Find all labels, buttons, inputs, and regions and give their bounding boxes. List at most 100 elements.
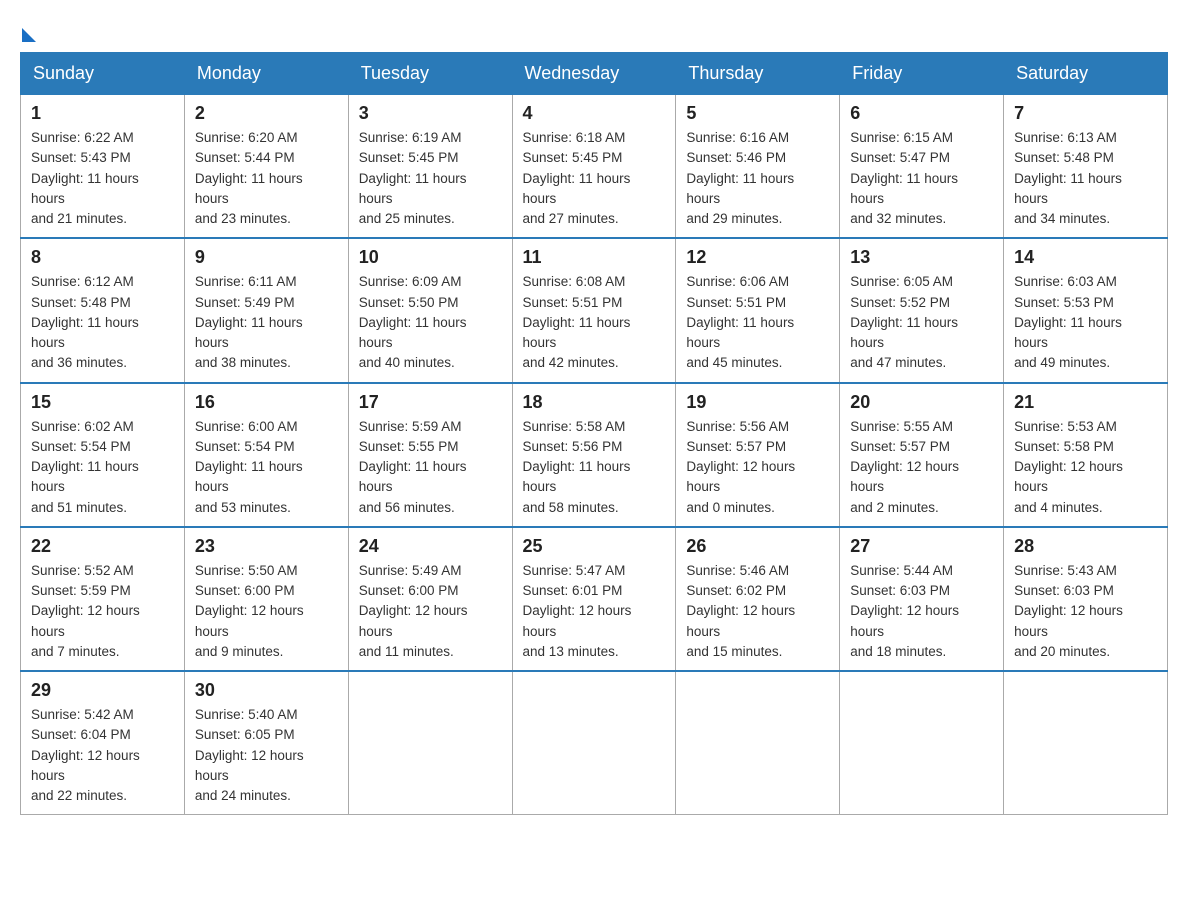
week-row-4: 22Sunrise: 5:52 AMSunset: 5:59 PMDayligh… <box>21 527 1168 671</box>
calendar-cell <box>512 671 676 815</box>
sunrise-label: Sunrise: 6:13 AM <box>1014 130 1117 145</box>
day-number: 19 <box>686 392 829 413</box>
daylight-label: Daylight: 11 hours hours <box>523 171 631 206</box>
daylight-label: Daylight: 11 hours hours <box>31 171 139 206</box>
day-number: 18 <box>523 392 666 413</box>
sunrise-label: Sunrise: 6:00 AM <box>195 419 298 434</box>
day-number: 26 <box>686 536 829 557</box>
sunrise-label: Sunrise: 6:15 AM <box>850 130 953 145</box>
daylight-label: Daylight: 11 hours hours <box>1014 315 1122 350</box>
daylight-label: Daylight: 11 hours hours <box>1014 171 1122 206</box>
daylight-minutes: and 51 minutes. <box>31 500 127 515</box>
day-info: Sunrise: 5:55 AMSunset: 5:57 PMDaylight:… <box>850 417 993 518</box>
daylight-label: Daylight: 12 hours hours <box>195 748 304 783</box>
calendar-cell: 12Sunrise: 6:06 AMSunset: 5:51 PMDayligh… <box>676 238 840 382</box>
calendar-cell: 21 Sunrise: 5:53 AMSunset: 5:58 PMDayligh… <box>1004 383 1168 527</box>
daylight-label: Daylight: 11 hours hours <box>31 315 139 350</box>
day-info: Sunrise: 6:06 AMSunset: 5:51 PMDaylight:… <box>686 272 829 373</box>
daylight-minutes: and 53 minutes. <box>195 500 291 515</box>
sunset-label: Sunset: 5:48 PM <box>1014 150 1114 165</box>
day-info: Sunrise: 5:44 AMSunset: 6:03 PMDaylight:… <box>850 561 993 662</box>
day-number: 17 <box>359 392 502 413</box>
calendar-cell: 20 Sunrise: 5:55 AMSunset: 5:57 PMDayligh… <box>840 383 1004 527</box>
calendar-cell: 18Sunrise: 5:58 AMSunset: 5:56 PMDayligh… <box>512 383 676 527</box>
sunrise-label: Sunrise: 6:16 AM <box>686 130 789 145</box>
sunset-label: Sunset: 5:54 PM <box>195 439 295 454</box>
sunrise-label: Sunrise: 6:19 AM <box>359 130 462 145</box>
calendar-cell <box>676 671 840 815</box>
sunset-label: Sunset: 5:46 PM <box>686 150 786 165</box>
calendar-cell: 3Sunrise: 6:19 AMSunset: 5:45 PMDaylight… <box>348 95 512 239</box>
sunset-label: Sunset: 5:45 PM <box>523 150 623 165</box>
sunrise-label: Sunrise: 5:49 AM <box>359 563 462 578</box>
sunrise-label: Sunrise: 6:08 AM <box>523 274 626 289</box>
calendar-cell: 1 Sunrise: 6:22 AMSunset: 5:43 PMDaylight… <box>21 95 185 239</box>
daylight-label: Daylight: 11 hours hours <box>686 315 794 350</box>
sunset-label: Sunset: 5:45 PM <box>359 150 459 165</box>
logo-arrow-icon <box>22 28 36 42</box>
header-monday: Monday <box>184 53 348 95</box>
calendar-cell: 22Sunrise: 5:52 AMSunset: 5:59 PMDayligh… <box>21 527 185 671</box>
day-info: Sunrise: 6:22 AMSunset: 5:43 PMDaylight:… <box>31 128 174 229</box>
day-number: 13 <box>850 247 993 268</box>
calendar-cell: 9Sunrise: 6:11 AMSunset: 5:49 PMDaylight… <box>184 238 348 382</box>
sunset-label: Sunset: 5:59 PM <box>31 583 131 598</box>
sunrise-label: Sunrise: 6:06 AM <box>686 274 789 289</box>
day-number: 9 <box>195 247 338 268</box>
sunset-label: Sunset: 5:54 PM <box>31 439 131 454</box>
calendar-cell: 7Sunrise: 6:13 AMSunset: 5:48 PMDaylight… <box>1004 95 1168 239</box>
sunrise-label: Sunrise: 5:44 AM <box>850 563 953 578</box>
header-row: SundayMondayTuesdayWednesdayThursdayFrid… <box>21 53 1168 95</box>
day-info: Sunrise: 5:53 AMSunset: 5:58 PMDaylight:… <box>1014 417 1157 518</box>
day-number: 25 <box>523 536 666 557</box>
sunset-label: Sunset: 5:57 PM <box>850 439 950 454</box>
day-number: 1 <box>31 103 174 124</box>
calendar-cell: 24Sunrise: 5:49 AMSunset: 6:00 PMDayligh… <box>348 527 512 671</box>
daylight-label: Daylight: 12 hours hours <box>31 748 140 783</box>
day-info: Sunrise: 6:08 AMSunset: 5:51 PMDaylight:… <box>523 272 666 373</box>
day-number: 5 <box>686 103 829 124</box>
daylight-minutes: and 24 minutes. <box>195 788 291 803</box>
daylight-minutes: and 21 minutes. <box>31 211 127 226</box>
sunrise-label: Sunrise: 5:58 AM <box>523 419 626 434</box>
calendar-cell: 4Sunrise: 6:18 AMSunset: 5:45 PMDaylight… <box>512 95 676 239</box>
sunrise-label: Sunrise: 6:02 AM <box>31 419 134 434</box>
sunrise-label: Sunrise: 6:11 AM <box>195 274 297 289</box>
sunrise-label: Sunrise: 6:18 AM <box>523 130 626 145</box>
daylight-label: Daylight: 11 hours hours <box>195 171 303 206</box>
daylight-label: Daylight: 12 hours hours <box>686 603 795 638</box>
daylight-minutes: and 2 minutes. <box>850 500 939 515</box>
daylight-minutes: and 9 minutes. <box>195 644 284 659</box>
calendar-cell: 5Sunrise: 6:16 AMSunset: 5:46 PMDaylight… <box>676 95 840 239</box>
daylight-label: Daylight: 12 hours hours <box>1014 459 1123 494</box>
day-number: 23 <box>195 536 338 557</box>
day-number: 20 <box>850 392 993 413</box>
sunrise-label: Sunrise: 5:40 AM <box>195 707 298 722</box>
day-info: Sunrise: 5:42 AMSunset: 6:04 PMDaylight:… <box>31 705 174 806</box>
day-info: Sunrise: 6:12 AMSunset: 5:48 PMDaylight:… <box>31 272 174 373</box>
day-number: 21 <box>1014 392 1157 413</box>
day-info: Sunrise: 5:52 AMSunset: 5:59 PMDaylight:… <box>31 561 174 662</box>
day-number: 24 <box>359 536 502 557</box>
daylight-minutes: and 42 minutes. <box>523 355 619 370</box>
day-number: 30 <box>195 680 338 701</box>
sunset-label: Sunset: 6:01 PM <box>523 583 623 598</box>
daylight-label: Daylight: 12 hours hours <box>195 603 304 638</box>
sunrise-label: Sunrise: 6:09 AM <box>359 274 462 289</box>
day-info: Sunrise: 6:19 AM Sunset: 5:45 PM Daylight:… <box>359 128 502 229</box>
daylight-label: Daylight: 11 hours hours <box>359 171 467 206</box>
day-info: Sunrise: 6:03 AMSunset: 5:53 PMDaylight:… <box>1014 272 1157 373</box>
sunset-label: Sunset: 6:03 PM <box>1014 583 1114 598</box>
daylight-label: Daylight: 11 hours hours <box>850 171 958 206</box>
calendar-cell: 2Sunrise: 6:20 AMSunset: 5:44 PMDaylight… <box>184 95 348 239</box>
sunset-label: Sunset: 5:57 PM <box>686 439 786 454</box>
sunset-label: Sunset: 5:58 PM <box>1014 439 1114 454</box>
sunset-label: Sunset: 5:50 PM <box>359 295 459 310</box>
daylight-label: Daylight: 11 hours hours <box>195 459 303 494</box>
sunset-label: Sunset: 6:00 PM <box>359 583 459 598</box>
daylight-label: Daylight: 12 hours hours <box>850 459 959 494</box>
sunset-label: Sunset: 5:51 PM <box>523 295 623 310</box>
calendar-cell: 10Sunrise: 6:09 AMSunset: 5:50 PMDayligh… <box>348 238 512 382</box>
sunrise-label: Sunrise: 5:59 AM <box>359 419 462 434</box>
daylight-minutes: and 20 minutes. <box>1014 644 1110 659</box>
